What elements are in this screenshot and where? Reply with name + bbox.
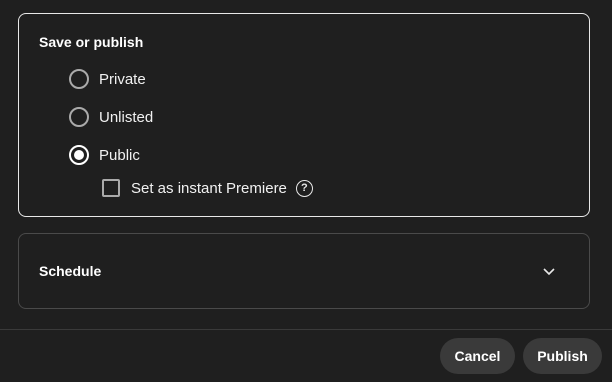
publish-button[interactable]: Publish	[523, 338, 602, 374]
premiere-label: Set as instant Premiere	[131, 179, 287, 197]
visibility-panel: Save or publish Private Unlisted Public …	[18, 13, 590, 217]
radio-button-public[interactable]	[69, 145, 89, 165]
chevron-down-icon[interactable]	[541, 263, 557, 279]
footer-divider	[0, 329, 612, 330]
schedule-panel[interactable]: Schedule	[18, 233, 590, 309]
premiere-checkbox[interactable]	[102, 179, 120, 197]
radio-option-public[interactable]: Public	[69, 145, 140, 165]
radio-button-unlisted[interactable]	[69, 107, 89, 127]
radio-option-private[interactable]: Private	[69, 69, 146, 89]
premiere-option: Set as instant Premiere ?	[102, 179, 313, 197]
radio-button-private[interactable]	[69, 69, 89, 89]
cancel-button[interactable]: Cancel	[440, 338, 515, 374]
radio-option-unlisted[interactable]: Unlisted	[69, 107, 153, 127]
visibility-title: Save or publish	[39, 34, 144, 50]
radio-label-private: Private	[99, 70, 146, 88]
radio-label-unlisted: Unlisted	[99, 108, 154, 126]
radio-label-public: Public	[99, 146, 140, 164]
schedule-title: Schedule	[39, 263, 102, 279]
help-icon[interactable]: ?	[295, 179, 313, 197]
